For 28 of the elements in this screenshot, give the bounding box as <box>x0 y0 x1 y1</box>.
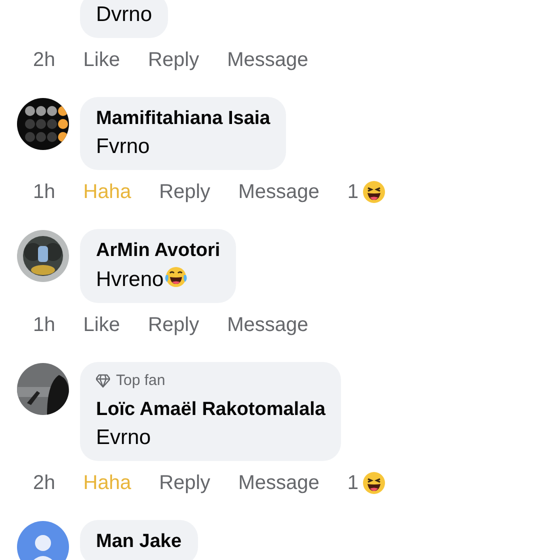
message-button[interactable]: Message <box>227 310 308 340</box>
timestamp: 2h <box>33 48 56 73</box>
timestamp: 1h <box>33 313 56 338</box>
reaction-count: 1 <box>347 180 358 205</box>
author-name[interactable]: ArMin Avotori <box>96 237 220 265</box>
reply-button[interactable]: Reply <box>148 45 200 75</box>
diamond-icon <box>96 374 110 388</box>
comment-text: Evrno <box>96 425 151 451</box>
comment-text: Hvreno <box>96 267 164 293</box>
reply-button[interactable]: Reply <box>159 468 210 498</box>
timestamp: 1h <box>33 180 56 205</box>
author-name[interactable]: Loïc Amaël Rakotomalala <box>96 396 326 424</box>
reply-button[interactable]: Reply <box>148 310 200 340</box>
reaction-button[interactable]: Like <box>83 310 120 340</box>
author-name[interactable]: Mamifitahiana Isaia <box>96 105 270 133</box>
badge-label: Top fan <box>116 371 166 391</box>
reaction-count: 1 <box>347 471 358 496</box>
comment-text: Dvrno <box>96 2 152 28</box>
message-button[interactable]: Message <box>238 468 320 498</box>
reply-button[interactable]: Reply <box>159 177 210 207</box>
timestamp: 2h <box>33 471 56 496</box>
laughing-emoji-icon <box>363 472 386 494</box>
reaction-button[interactable]: Like <box>83 45 120 75</box>
comment-text: Fvrno <box>96 134 150 160</box>
message-button[interactable]: Message <box>238 177 320 207</box>
laughing-emoji-icon <box>363 181 386 203</box>
message-button[interactable]: Message <box>227 45 308 75</box>
author-name[interactable]: Man Jake <box>96 528 182 556</box>
